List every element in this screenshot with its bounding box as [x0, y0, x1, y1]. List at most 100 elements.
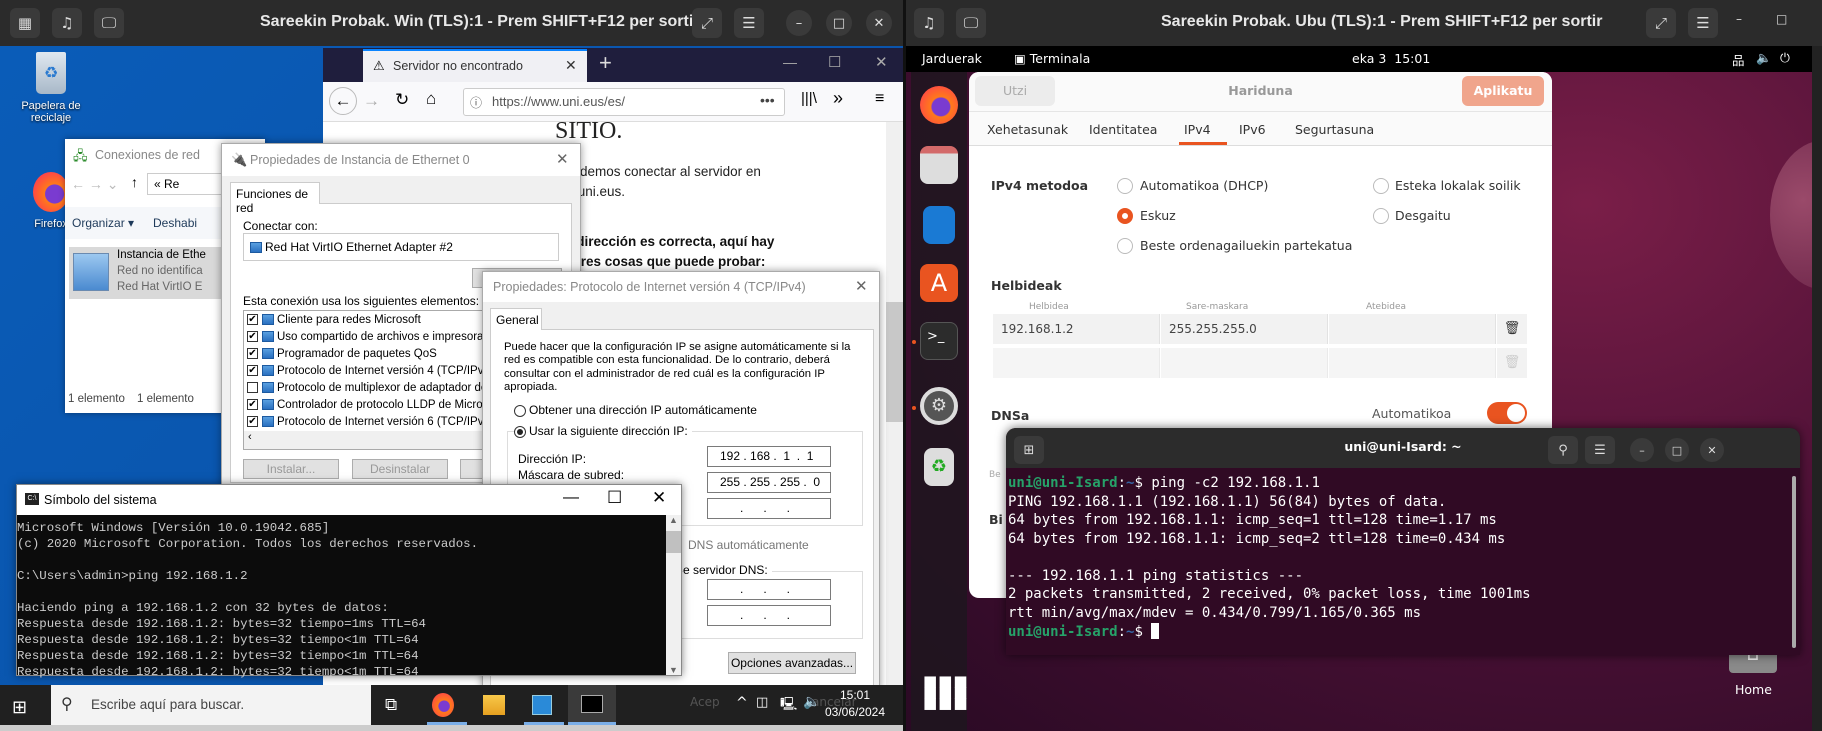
radio-auto-ip[interactable]: Obtener una dirección IP automáticamente [514, 403, 757, 417]
netmask-field[interactable] [1161, 348, 1328, 378]
task-view-icon[interactable]: ⧉ [385, 695, 397, 715]
clock[interactable]: eka 3 15:01 [1352, 51, 1430, 66]
radio-shared[interactable] [1117, 238, 1133, 254]
gateway-field[interactable]: . . . [707, 498, 831, 519]
app-menu[interactable]: ▣ Terminala [1014, 51, 1090, 66]
maximize-button[interactable]: □ [826, 10, 852, 36]
overflow-icon[interactable]: » [833, 88, 843, 109]
dock-firefox-icon[interactable] [920, 86, 958, 124]
delete-address-icon[interactable]: 🗑 [1497, 314, 1527, 344]
tab-identity[interactable]: Identitatea [1089, 122, 1157, 137]
ip-address-field[interactable]: 192 . 168 . 1 . 1 [707, 446, 831, 467]
hamburger-menu-icon[interactable]: ≡ [875, 90, 884, 108]
component-item[interactable]: ✔ Programador de paquetes QoS [247, 348, 437, 360]
volume-icon[interactable]: 🔈 [1756, 50, 1772, 66]
tab-funciones-de-red[interactable]: Funciones de red [230, 182, 320, 215]
gateway-field[interactable] [1329, 348, 1496, 378]
home-button[interactable]: ⌂ [426, 89, 436, 109]
subnet-mask-field[interactable]: 255 . 255 . 255 . 0 [707, 472, 831, 493]
component-item[interactable]: ✔ Protocolo de Internet versión 4 (TCP/IP… [247, 365, 490, 377]
radio-disabled[interactable] [1373, 208, 1389, 224]
maximize-button[interactable]: □ [1776, 12, 1787, 26]
fullscreen-icon[interactable]: ⤢ [1646, 8, 1676, 38]
tab-security[interactable]: Segurtasuna [1295, 122, 1374, 137]
scrollbar[interactable]: ▲ ▼ [666, 515, 681, 675]
reload-button[interactable]: ↻ [395, 90, 409, 110]
component-item[interactable]: ✔ Uso compartido de archivos e impresoras [247, 331, 489, 343]
install-button[interactable]: Instalar... [243, 459, 339, 479]
dock-terminal-icon[interactable]: >_ [920, 322, 958, 360]
nav-back-icon[interactable]: ← → ⌄ [71, 176, 119, 193]
terminal-prompt-line[interactable]: uni@uni-Isard:~$ [1008, 623, 1160, 640]
network-icon[interactable]: 品 [1732, 50, 1745, 69]
tab-details[interactable]: Xehetasunak [987, 122, 1068, 137]
dns-auto-toggle[interactable] [1487, 402, 1527, 424]
network-connections-taskbar-icon[interactable] [532, 695, 552, 715]
search-icon[interactable]: ⚲ [1548, 436, 1578, 464]
start-button[interactable]: ⊞ [12, 697, 27, 718]
url-bar[interactable]: ⓘ https://www.uni.eus/es/ ••• [463, 88, 785, 116]
checkbox[interactable]: ✔ [247, 416, 258, 428]
audio-icon[interactable]: ♫ [52, 8, 82, 38]
checkbox[interactable]: ✔ [247, 348, 258, 360]
maximize-button[interactable]: □ [1665, 438, 1689, 462]
radio-manual[interactable] [1117, 208, 1133, 224]
alternate-dns-field[interactable]: . . . [707, 605, 831, 626]
back-button[interactable]: ← [329, 87, 357, 115]
forward-button[interactable]: → [363, 91, 380, 111]
tab-general[interactable]: General [490, 308, 542, 330]
disable-button[interactable]: Deshabi [153, 216, 197, 230]
address-field[interactable]: 192.168.1.2 [993, 314, 1160, 344]
checkbox[interactable]: ✔ [247, 365, 258, 377]
dock-files-icon[interactable] [920, 146, 958, 184]
minimize-button[interactable]: — [563, 489, 579, 507]
preferred-dns-field[interactable]: . . . [707, 579, 831, 600]
network-icon[interactable]: 🖳 [780, 695, 797, 717]
scrollbar[interactable] [1792, 476, 1796, 648]
show-hidden-icons[interactable]: ^ [736, 695, 748, 711]
file-explorer-icon[interactable] [483, 695, 505, 715]
dock-app-center-icon[interactable]: A [920, 264, 958, 302]
maximize-button[interactable]: ☐ [828, 53, 841, 71]
checkbox[interactable]: ✔ [247, 331, 258, 343]
tab-ipv4[interactable]: IPv4 [1184, 122, 1211, 137]
desktop-icon-recycle-bin[interactable]: ♻ Papelera de reciclaje [8, 52, 94, 124]
minimize-button[interactable]: — [783, 54, 797, 70]
checkbox[interactable]: ✔ [247, 399, 258, 411]
clock[interactable]: 15:01 03/06/2024 [822, 688, 888, 719]
scrollbar[interactable] [886, 122, 903, 685]
component-item[interactable]: ✔ Controlador de protocolo LLDP de Micros… [247, 399, 495, 411]
close-button[interactable]: ✕ [652, 488, 666, 508]
new-tab-button[interactable]: ⊞ [1014, 436, 1044, 464]
menu-icon[interactable]: ☰ [734, 8, 764, 38]
close-button[interactable]: ✕ [875, 53, 888, 71]
info-icon[interactable]: ⓘ [470, 94, 482, 111]
gateway-field[interactable] [1329, 314, 1496, 344]
radio-auto-dns-label[interactable]: DNS automáticamente [688, 538, 809, 552]
radio-manual-ip[interactable]: Usar la siguiente dirección IP: [514, 424, 692, 438]
fullscreen-icon[interactable]: ⤢ [692, 8, 722, 38]
maximize-button[interactable]: ☐ [607, 488, 622, 508]
camera-icon[interactable]: ◫ [756, 695, 768, 710]
show-apps-icon[interactable]: ■■■ ■■■ ■■■ [923, 674, 969, 711]
power-icon[interactable]: ⏻ [1780, 50, 1790, 66]
activities-button[interactable]: Jarduerak [922, 51, 982, 66]
checkbox[interactable] [247, 382, 258, 394]
minimize-button[interactable]: – [1630, 438, 1654, 462]
address-field[interactable] [993, 348, 1160, 378]
ok-button[interactable]: Acep [690, 695, 720, 709]
up-icon[interactable]: ↑ [131, 174, 138, 190]
dock-writer-icon[interactable] [923, 206, 955, 244]
close-button[interactable]: ✕ [866, 10, 892, 36]
uninstall-button[interactable]: Desinstalar [352, 459, 448, 479]
search-box[interactable]: ⚲ Escribe aquí para buscar. [51, 685, 371, 725]
monitor-icon[interactable]: 🖵 [956, 8, 986, 38]
volume-icon[interactable]: 🔈 [803, 694, 820, 710]
close-tab-icon[interactable]: ✕ [565, 57, 577, 74]
component-item[interactable]: ✔ Protocolo de Internet versión 6 (TCP/IP… [247, 416, 490, 428]
organize-button[interactable]: Organizar ▾ [72, 216, 134, 230]
dock-trash-icon[interactable]: ♻ [924, 448, 954, 486]
close-button[interactable]: ✕ [855, 277, 868, 295]
menu-icon[interactable]: ☰ [1688, 8, 1718, 38]
layout-icon[interactable]: ▦ [10, 8, 40, 38]
